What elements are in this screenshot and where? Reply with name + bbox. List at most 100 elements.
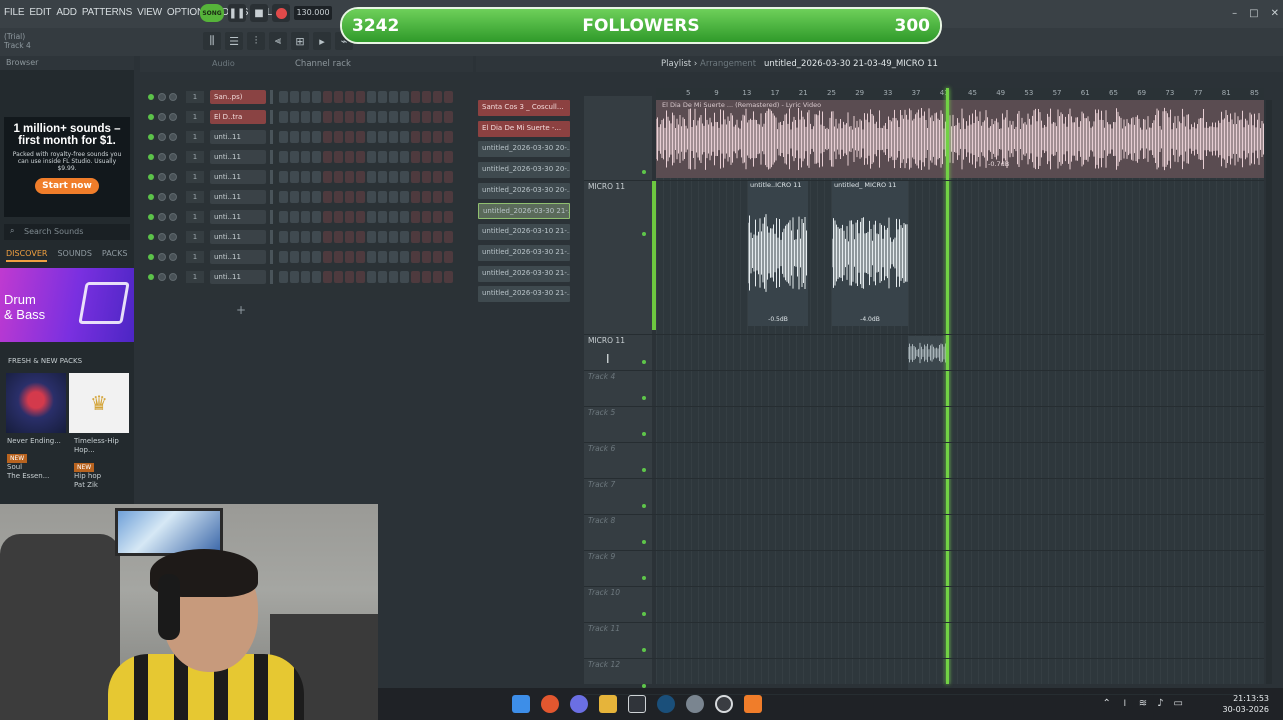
step-button[interactable] [422, 231, 431, 243]
step-button[interactable] [389, 251, 398, 263]
step-button[interactable] [312, 211, 321, 223]
step-button[interactable] [400, 91, 409, 103]
step-button[interactable] [400, 171, 409, 183]
channel-row[interactable]: 1 El D..tra [148, 110, 453, 124]
audio-clip-song[interactable]: El Dia De Mi Suerte ... (Remastered) - L… [656, 100, 1264, 178]
step-button[interactable] [433, 91, 442, 103]
step-button[interactable] [378, 111, 387, 123]
mixer-track-number[interactable]: 1 [186, 131, 204, 143]
track-mute-led[interactable] [642, 360, 646, 364]
volume-knob[interactable] [169, 193, 177, 201]
channel-select[interactable] [270, 90, 273, 104]
step-button[interactable] [334, 251, 343, 263]
channel-led[interactable] [148, 174, 154, 180]
step-button[interactable] [433, 231, 442, 243]
step-button[interactable] [444, 251, 453, 263]
step-button[interactable] [378, 211, 387, 223]
step-button[interactable] [378, 191, 387, 203]
volume-knob[interactable] [169, 113, 177, 121]
mixer-track-number[interactable]: 1 [186, 271, 204, 283]
search-sounds-input[interactable]: ⌕ Search Sounds [4, 224, 130, 240]
step-button[interactable] [378, 251, 387, 263]
drum-and-bass-banner[interactable]: Drum & Bass [0, 268, 134, 342]
start-icon[interactable] [512, 695, 530, 713]
step-button[interactable] [334, 151, 343, 163]
pattern-icon[interactable]: ☰ [225, 32, 243, 50]
step-button[interactable] [389, 191, 398, 203]
picker-item[interactable]: untitled_2026-03-30 20-... [478, 141, 570, 158]
track-label[interactable]: MICRO 11 [588, 336, 625, 345]
step-button[interactable] [301, 271, 310, 283]
step-icon[interactable]: ⫶ [247, 32, 265, 50]
channel-led[interactable] [148, 254, 154, 260]
track-label[interactable]: Track 6 [588, 444, 615, 453]
step-button[interactable] [334, 111, 343, 123]
pan-knob[interactable] [158, 153, 166, 161]
step-button[interactable] [378, 271, 387, 283]
pan-knob[interactable] [158, 193, 166, 201]
step-button[interactable] [367, 151, 376, 163]
volume-knob[interactable] [169, 93, 177, 101]
channel-led[interactable] [148, 134, 154, 140]
step-button[interactable] [367, 271, 376, 283]
step-button[interactable] [301, 211, 310, 223]
channel-row[interactable]: 1 unti..11 [148, 130, 453, 144]
channel-name-button[interactable]: unti..11 [210, 150, 266, 164]
step-button[interactable] [312, 151, 321, 163]
obs-icon[interactable] [715, 695, 733, 713]
step-button[interactable] [345, 131, 354, 143]
step-button[interactable] [444, 91, 453, 103]
channel-led[interactable] [148, 194, 154, 200]
step-button[interactable] [334, 231, 343, 243]
step-button[interactable] [433, 211, 442, 223]
pan-knob[interactable] [158, 173, 166, 181]
step-button[interactable] [411, 131, 420, 143]
step-button[interactable] [400, 271, 409, 283]
chevron-up-icon[interactable]: ⌃ [1102, 698, 1110, 709]
step-button[interactable] [444, 191, 453, 203]
step-button[interactable] [433, 271, 442, 283]
channel-select[interactable] [270, 270, 273, 284]
step-button[interactable] [345, 271, 354, 283]
step-button[interactable] [400, 131, 409, 143]
step-button[interactable] [444, 271, 453, 283]
steam-icon[interactable] [657, 695, 675, 713]
step-button[interactable] [389, 91, 398, 103]
track-mute-led[interactable] [642, 612, 646, 616]
channel-name-button[interactable]: unti..11 [210, 210, 266, 224]
track-mute-led[interactable] [642, 170, 646, 174]
step-button[interactable] [400, 231, 409, 243]
clock[interactable]: 21:13:53 30-03-2026 [1223, 693, 1270, 715]
mixer-track-number[interactable]: 1 [186, 151, 204, 163]
mixer-track-number[interactable]: 1 [186, 191, 204, 203]
menu-add[interactable]: ADD [56, 7, 77, 18]
step-button[interactable] [444, 171, 453, 183]
step-button[interactable] [312, 231, 321, 243]
volume-icon[interactable]: ♪ [1157, 698, 1163, 709]
track-label[interactable]: Track 10 [588, 588, 620, 597]
step-button[interactable] [367, 131, 376, 143]
pack-info-2[interactable]: Timeless-Hip Hop... NEW Hip hop Pat Zik [74, 437, 132, 490]
volume-knob[interactable] [169, 253, 177, 261]
step-button[interactable] [323, 131, 332, 143]
channel-select[interactable] [270, 110, 273, 124]
channel-select[interactable] [270, 230, 273, 244]
step-button[interactable] [290, 111, 299, 123]
track-label[interactable]: Track 11 [588, 624, 620, 633]
tempo-display[interactable]: 130.000 [294, 6, 332, 20]
step-button[interactable] [301, 231, 310, 243]
track-mute-led[interactable] [642, 504, 646, 508]
step-button[interactable] [301, 111, 310, 123]
step-button[interactable] [290, 271, 299, 283]
step-button[interactable] [290, 231, 299, 243]
step-button[interactable] [345, 171, 354, 183]
rack-filter-tab[interactable]: Audio [212, 59, 235, 68]
step-button[interactable] [345, 151, 354, 163]
step-button[interactable] [389, 131, 398, 143]
step-button[interactable] [411, 111, 420, 123]
stop-button[interactable]: ■ [250, 4, 268, 22]
mixer-track-number[interactable]: 1 [186, 231, 204, 243]
step-button[interactable] [444, 211, 453, 223]
step-button[interactable] [279, 191, 288, 203]
step-button[interactable] [422, 91, 431, 103]
